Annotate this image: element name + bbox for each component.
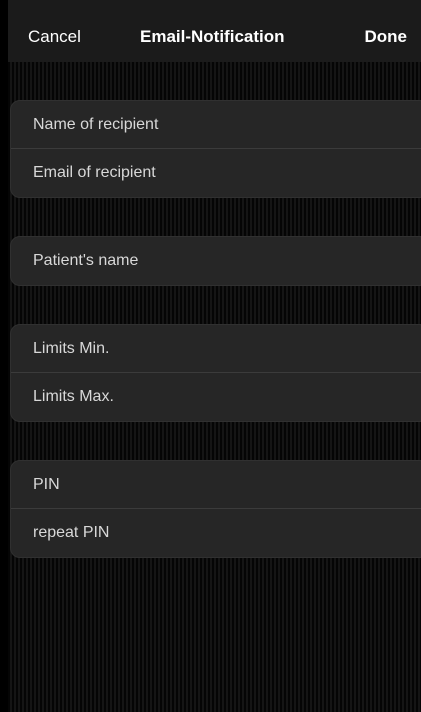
limits-min-row: [11, 325, 421, 373]
cancel-button[interactable]: Cancel: [28, 28, 81, 46]
recipient-email-input[interactable]: [33, 149, 413, 197]
repeat-pin-input[interactable]: [33, 509, 413, 557]
page-title: Email-Notification: [140, 27, 285, 46]
limits-max-row: [11, 373, 421, 421]
repeat-pin-row: [11, 509, 421, 557]
patient-section: [10, 236, 421, 286]
recipient-name-input[interactable]: [33, 101, 413, 148]
done-button[interactable]: Done: [365, 28, 408, 46]
patient-name-input[interactable]: [33, 237, 413, 285]
recipient-name-row: [11, 101, 421, 149]
limits-max-input[interactable]: [33, 373, 413, 421]
patient-name-row: [11, 237, 421, 285]
limits-min-input[interactable]: [33, 325, 413, 372]
limits-section: [10, 324, 421, 422]
email-notification-screen: Cancel Email-Notification Done: [0, 0, 421, 712]
pin-input[interactable]: [33, 461, 413, 508]
pin-section: [10, 460, 421, 558]
navigation-bar: Cancel Email-Notification Done: [8, 0, 421, 62]
recipient-email-row: [11, 149, 421, 197]
pin-row: [11, 461, 421, 509]
recipient-section: [10, 100, 421, 198]
